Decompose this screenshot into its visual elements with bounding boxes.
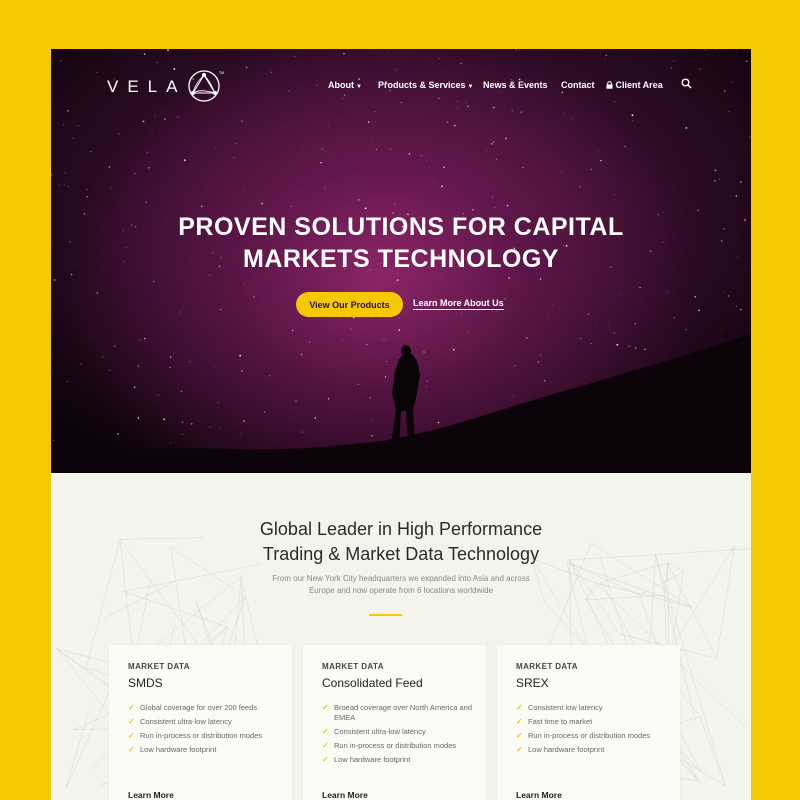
feature-text: Global coverage for over 200 feeds — [140, 703, 258, 712]
network-line — [566, 562, 692, 608]
learn-more-link[interactable]: Learn More — [322, 790, 368, 800]
network-line — [123, 591, 228, 628]
feature-text: Low hardware footprint — [334, 755, 411, 764]
feature-item: ✓ Global coverage for over 200 feeds — [128, 703, 278, 713]
feature-item: ✓ Run in-process or distribution modes — [128, 731, 278, 741]
nav-item-label: Products & Services — [378, 80, 466, 90]
feature-text: Consistent low latency — [528, 703, 603, 712]
nav-item-label: About — [328, 80, 354, 90]
learn-more-link[interactable]: Learn More — [516, 790, 562, 800]
learn-more-link[interactable]: Learn More — [128, 790, 174, 800]
check-icon: ✓ — [322, 741, 329, 750]
network-line — [585, 582, 602, 601]
feature-item: ✓ Consistent ultra-low latency — [322, 727, 472, 737]
card-title: SREX — [516, 676, 549, 690]
feature-text: Consistent ultra-low latency — [140, 717, 232, 726]
check-icon: ✓ — [322, 727, 329, 736]
check-icon: ✓ — [516, 717, 523, 726]
nav-item-news-events[interactable]: News & Events — [483, 80, 548, 90]
feature-text: Low hardware footprint — [528, 745, 605, 754]
nav-item-label: Contact — [561, 80, 595, 90]
feature-text: Consistent ultra-low latency — [334, 727, 426, 736]
feature-text: Run in-process or distribution modes — [334, 741, 457, 750]
check-icon: ✓ — [516, 731, 523, 740]
nav-item-about[interactable]: About ▼ — [328, 80, 362, 90]
card-category: MARKET DATA — [322, 662, 384, 671]
section-subtitle-line: Europe and now operate from 6 locations … — [308, 586, 494, 595]
accent-divider — [369, 614, 402, 616]
network-line — [65, 710, 90, 789]
check-icon: ✓ — [322, 755, 329, 764]
feature-item: ✓ Low hardware footprint — [516, 745, 666, 755]
feature-item: ✓ Run in-process or distribution modes — [322, 741, 472, 751]
check-icon: ✓ — [128, 703, 135, 712]
intro-section: Global Leader in High Performance Tradin… — [51, 473, 751, 800]
check-icon: ✓ — [128, 745, 135, 754]
feature-item: ✓ Low hardware footprint — [128, 745, 278, 755]
product-card-smds: MARKET DATA SMDS ✓ Global coverage for ov… — [109, 645, 292, 800]
hero-headline-line: MARKETS TECHNOLOGY — [243, 245, 559, 273]
feature-item: ✓ Run in-process or distribution modes — [516, 731, 666, 741]
search-icon[interactable] — [681, 78, 692, 89]
check-icon: ✓ — [322, 703, 329, 712]
network-line — [699, 716, 726, 786]
nav-item-label: News & Events — [483, 80, 548, 90]
nav-item-client-area[interactable]: Client Area — [606, 80, 663, 90]
feature-item: ✓ Low hardware footprint — [322, 755, 472, 765]
caret-down-icon: ▼ — [467, 84, 474, 90]
card-category: MARKET DATA — [128, 662, 190, 671]
section-subtitle-line: From our New York City headquarters we e… — [272, 574, 530, 583]
feature-text: Fast time to market — [528, 717, 593, 726]
card-title: SMDS — [128, 676, 163, 690]
learn-more-about-us-link[interactable]: Learn More About Us — [413, 298, 504, 310]
hero-headline: PROVEN SOLUTIONS FOR CAPITAL MARKETS TEC… — [111, 211, 691, 275]
check-icon: ✓ — [516, 745, 523, 754]
network-line — [65, 685, 113, 789]
network-line — [595, 582, 692, 608]
network-line — [601, 562, 668, 583]
feature-item: ✓ Fast time to market — [516, 717, 666, 727]
view-products-button[interactable]: View Our Products — [296, 292, 403, 317]
section-title-line: Global Leader in High Performance — [259, 519, 543, 539]
feature-item: ✓ Consistent ultra-low latency — [128, 717, 278, 727]
caret-down-icon: ▼ — [356, 84, 362, 90]
trademark-symbol: TM — [219, 71, 224, 75]
section-subtitle: From our New York City headquarters we e… — [221, 573, 581, 597]
check-icon: ✓ — [516, 703, 523, 712]
feature-text: Run in-process or distribution modes — [528, 731, 651, 740]
lock-icon — [606, 81, 613, 89]
brand-logo-text[interactable]: VELA — [107, 77, 186, 97]
product-card-srex: MARKET DATA SREX ✓ Consistent low latency… — [497, 645, 680, 800]
card-category: MARKET DATA — [516, 662, 578, 671]
nav-item-contact[interactable]: Contact — [561, 80, 595, 90]
vela-triangle-logo-icon[interactable]: TM — [184, 67, 228, 107]
network-line — [102, 581, 174, 620]
check-icon: ✓ — [128, 717, 135, 726]
hero-section: VELA TM About ▼ Products & Services ▼ News… — [51, 49, 751, 473]
feature-list: ✓ Global coverage for over 200 feeds ✓ Con… — [128, 703, 278, 759]
feature-text: Broead coverage over North America and E… — [334, 703, 472, 722]
check-icon: ✓ — [128, 731, 135, 740]
feature-list: ✓ Broead coverage over North America and … — [322, 703, 472, 769]
product-card-consolidated-feed: MARKET DATA Consolidated Feed ✓ Broead co… — [303, 645, 486, 800]
browser-page: VELA TM About ▼ Products & Services ▼ News… — [51, 49, 751, 800]
top-navigation: VELA TM About ▼ Products & Services ▼ News… — [51, 49, 751, 121]
card-title: Consolidated Feed — [322, 676, 423, 690]
feature-list: ✓ Consistent low latency ✓ Fast time to ma… — [516, 703, 666, 759]
section-title-line: Trading & Market Data Technology — [262, 544, 540, 564]
nav-item-products-services[interactable]: Products & Services ▼ — [378, 80, 474, 90]
feature-text: Run in-process or distribution modes — [140, 731, 263, 740]
network-line — [119, 537, 205, 540]
feature-item: ✓ Broead coverage over North America and … — [322, 703, 472, 723]
section-title: Global Leader in High Performance Tradin… — [201, 517, 601, 567]
feature-text: Low hardware footprint — [140, 745, 217, 754]
hero-headline-line: PROVEN SOLUTIONS FOR CAPITAL — [178, 213, 624, 241]
feature-item: ✓ Consistent low latency — [516, 703, 666, 713]
nav-item-label: Client Area — [615, 80, 663, 90]
network-line — [716, 545, 735, 659]
